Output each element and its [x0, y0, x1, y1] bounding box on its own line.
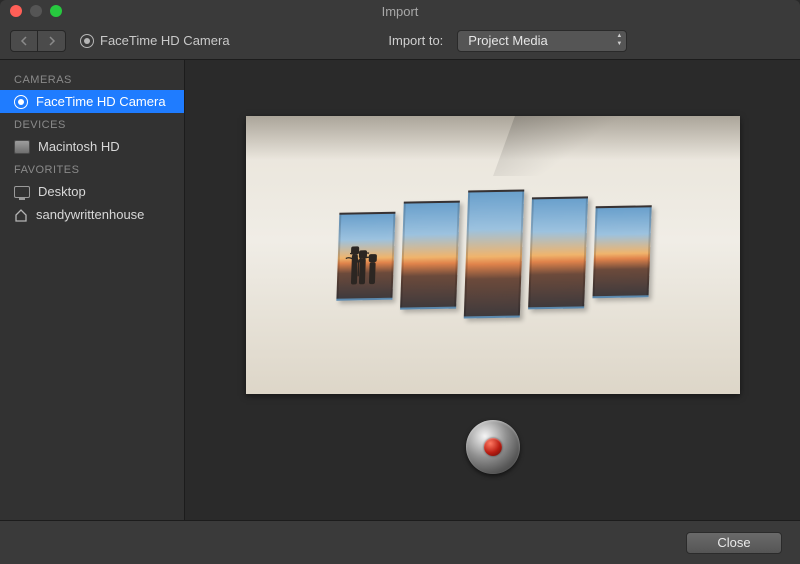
section-header-favorites: FAVORITES — [0, 158, 184, 180]
sidebar-item-label: Macintosh HD — [38, 139, 120, 154]
main-area — [185, 60, 800, 520]
import-to-value: Project Media — [468, 33, 547, 48]
record-button-wrap — [466, 420, 520, 474]
close-window-icon[interactable] — [10, 5, 22, 17]
back-button[interactable] — [10, 30, 38, 52]
desktop-icon — [14, 186, 30, 198]
current-source-label: FaceTime HD Camera — [100, 33, 230, 48]
camera-icon — [80, 34, 94, 48]
record-button[interactable] — [466, 420, 520, 474]
sidebar-item-label: sandywrittenhouse — [36, 207, 144, 222]
footer: Close — [0, 520, 800, 564]
preview-decor — [335, 187, 652, 320]
sidebar-item-home[interactable]: sandywrittenhouse — [0, 203, 184, 226]
sidebar-item-label: FaceTime HD Camera — [36, 94, 166, 109]
camera-icon — [14, 95, 28, 109]
updown-icon: ▲▼ — [616, 33, 622, 47]
chevron-right-icon — [48, 36, 56, 46]
preview-decor — [246, 116, 740, 160]
chevron-left-icon — [20, 36, 28, 46]
window-controls — [10, 5, 62, 17]
preview-decor — [493, 116, 635, 176]
sidebar-item-label: Desktop — [38, 184, 86, 199]
titlebar: Import — [0, 0, 800, 22]
zoom-window-icon[interactable] — [50, 5, 62, 17]
minimize-window-icon[interactable] — [30, 5, 42, 17]
current-source: FaceTime HD Camera — [80, 33, 230, 48]
section-header-devices: DEVICES — [0, 113, 184, 135]
camera-preview — [246, 116, 740, 394]
sidebar-item-facetime-camera[interactable]: FaceTime HD Camera — [0, 90, 184, 113]
sidebar-item-desktop[interactable]: Desktop — [0, 180, 184, 203]
import-to-select[interactable]: Project Media ▲▼ — [457, 30, 627, 52]
close-button[interactable]: Close — [686, 532, 782, 554]
toolbar: FaceTime HD Camera Import to: Project Me… — [0, 22, 800, 60]
import-to-label: Import to: — [388, 33, 443, 48]
home-icon — [14, 208, 28, 222]
nav-group — [10, 30, 66, 52]
body: CAMERAS FaceTime HD Camera DEVICES Macin… — [0, 60, 800, 520]
window-title: Import — [0, 4, 800, 19]
section-header-cameras: CAMERAS — [0, 68, 184, 90]
record-icon — [484, 438, 502, 456]
sidebar: CAMERAS FaceTime HD Camera DEVICES Macin… — [0, 60, 185, 520]
close-button-label: Close — [717, 535, 750, 550]
harddrive-icon — [14, 140, 30, 154]
forward-button[interactable] — [38, 30, 66, 52]
sidebar-item-macintosh-hd[interactable]: Macintosh HD — [0, 135, 184, 158]
